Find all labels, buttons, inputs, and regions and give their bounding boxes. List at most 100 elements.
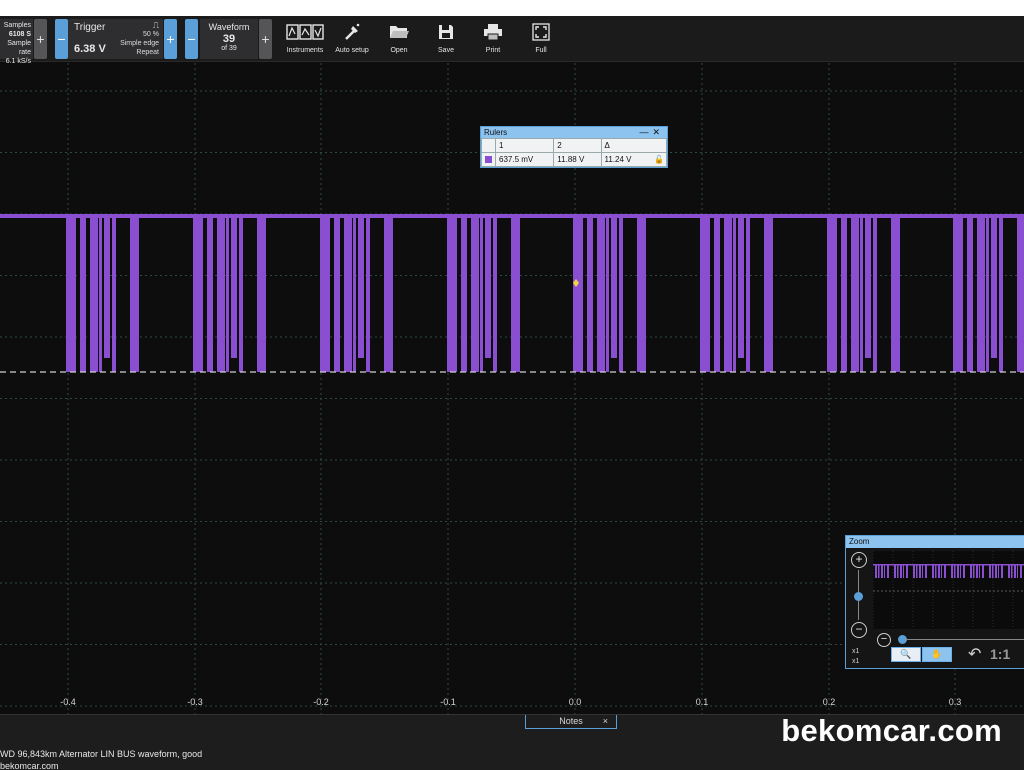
print-label: Print [485, 47, 501, 54]
samples-plus-button[interactable]: + [34, 19, 47, 59]
signal-pulse [714, 216, 720, 372]
signal-pulse [991, 216, 997, 358]
waveform-minus-button[interactable]: − [185, 19, 198, 59]
notes-close-icon[interactable]: × [603, 715, 608, 728]
signal-pulse [738, 216, 744, 358]
save-icon [424, 18, 468, 46]
print-button[interactable]: Print [471, 18, 515, 60]
lock-icon[interactable]: 🔓 [654, 155, 664, 164]
channel-swatch [485, 156, 492, 164]
waveform-number: 39 [222, 33, 236, 45]
instruments-label: Instruments [286, 47, 324, 54]
signal-pulse [511, 216, 520, 372]
rulers-table: 1 2 Δ 637.5 mV 11.88 V 11.24 V 🔓 [481, 138, 668, 167]
signal-pulse [967, 216, 973, 372]
signal-pulse [320, 216, 330, 372]
zoom-title: Zoom [846, 536, 1024, 548]
minimize-icon[interactable]: — [639, 127, 652, 137]
signal-pulse [226, 216, 229, 372]
signal-pulse [217, 216, 225, 372]
instruments-button[interactable]: Instruments [283, 18, 327, 60]
signal-pulse [733, 216, 736, 372]
signal-pulse [724, 216, 732, 372]
pan-tool-button[interactable]: ✋ [922, 647, 952, 662]
waveform-title: Waveform [208, 22, 250, 32]
signal-pulse [130, 216, 139, 372]
zoom-panel: Zoom + − − x1 x1 🔍 ✋ ↶ 1:1 [845, 535, 1024, 669]
trigger-level: 6.38 V [74, 43, 106, 55]
signal-pulse [597, 216, 605, 372]
signal-pulse [860, 216, 863, 372]
zoom-reset-button[interactable]: 1:1 [990, 646, 1010, 662]
zoom-slider-handle[interactable] [854, 592, 863, 601]
trigger-minus-button[interactable]: − [55, 19, 68, 59]
signal-pulse [953, 216, 963, 372]
full-button[interactable]: Full [519, 18, 563, 60]
undo-zoom-icon[interactable]: ↶ [968, 644, 981, 664]
signal-pulse [841, 216, 847, 372]
instruments-icon [283, 18, 327, 46]
ruler-delta-value: 11.24 V 🔓 [600, 152, 668, 167]
signal-pulse [1017, 216, 1024, 372]
close-icon[interactable]: ✕ [652, 127, 664, 137]
sample-rate-label: Sample rate [7, 40, 31, 56]
rulers-col-1: 1 [494, 138, 555, 153]
signal-pulse [764, 216, 773, 372]
signal-pulse [611, 216, 617, 358]
x-tick-label: -0.2 [313, 697, 329, 707]
signal-pulse [865, 216, 871, 358]
signal-pulse [239, 216, 243, 372]
x-tick-label: 0.2 [822, 697, 836, 707]
zoom-x-factor: x1 [852, 648, 860, 655]
waveform-readout[interactable]: Waveform 39 of 39 [200, 19, 258, 59]
signal-pulse [80, 216, 86, 372]
signal-pulse [700, 216, 710, 372]
samples-value: 6108 S [8, 31, 31, 38]
watermark: bekomcar.com [781, 713, 1002, 748]
delta-text: 11.24 V [604, 155, 632, 164]
signal-pulse [606, 216, 609, 372]
signal-pulse [827, 216, 837, 372]
rulers-col-2: 2 [553, 138, 602, 153]
signal-pulse [358, 216, 364, 358]
save-label: Save [438, 47, 454, 54]
signal-pulse [891, 216, 900, 372]
signal-pulse [193, 216, 203, 372]
rising-edge-icon: ⎍ [152, 20, 159, 30]
trigger-plus-button[interactable]: + [164, 19, 177, 59]
x-tick-label: 0.3 [948, 697, 962, 707]
notes-label: Notes [559, 716, 583, 726]
auto-setup-button[interactable]: Auto setup [330, 18, 374, 60]
caption-line-2: bekomcar.com [0, 761, 59, 770]
save-button[interactable]: Save [424, 18, 468, 60]
waveform-plot[interactable]: Rulers —✕ 1 2 Δ 637.5 mV 11.88 V 11.24 V… [0, 63, 1024, 714]
trigger-title: Trigger [74, 22, 106, 33]
signal-pulse [344, 216, 352, 372]
open-button[interactable]: Open [377, 18, 421, 60]
oscilloscope-app: Samples 6108 S Sample rate 6.1 kS/s + − … [0, 16, 1024, 770]
zoom-tool-button[interactable]: 🔍 [891, 647, 921, 662]
signal-pulse [999, 216, 1003, 372]
signal-pulse [366, 216, 370, 372]
notes-tab[interactable]: Notes × [525, 715, 617, 729]
trigger-repeat: Repeat [136, 49, 159, 56]
signal-pulse [471, 216, 479, 372]
signal-pulse [66, 216, 76, 372]
rulers-panel: Rulers —✕ 1 2 Δ 637.5 mV 11.88 V 11.24 V… [480, 126, 668, 168]
zoom-in-button[interactable]: + [851, 552, 867, 568]
rulers-title: Rulers [484, 128, 508, 137]
zoom-h-out-button[interactable]: − [877, 633, 891, 647]
signal-pulse [986, 216, 989, 372]
signal-pulse [851, 216, 859, 372]
zoom-overview[interactable] [873, 551, 1024, 629]
zoom-out-button[interactable]: − [851, 622, 867, 638]
trigger-readout[interactable]: Trigger 6.38 V ⎍ 50 % Simple edge Repeat [68, 19, 163, 59]
ruler-1-value: 637.5 mV [494, 152, 555, 167]
waveform-plus-button[interactable]: + [259, 19, 272, 59]
trigger-mode: Simple edge [120, 40, 159, 47]
fullscreen-icon [519, 18, 563, 46]
waveform-count: of 39 [221, 45, 237, 52]
zoom-h-slider-track [906, 639, 1024, 640]
signal-pulse [977, 216, 985, 372]
caption-line-1: WD 96,843km Alternator LIN BUS waveform,… [0, 749, 203, 759]
